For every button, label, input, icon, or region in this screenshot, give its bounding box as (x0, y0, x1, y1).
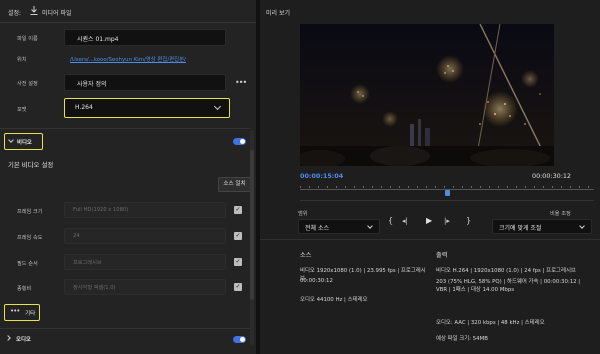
preset-dropdown[interactable]: 사용자 정의 (64, 74, 226, 91)
frame-rate-label: 프레임 속도 (17, 235, 43, 241)
output-details-line: 203 (75% HLG, 58% PQ) | 하드웨어 가속 | 00:00:… (436, 279, 581, 293)
chevron-right-icon[interactable] (5, 335, 11, 341)
divider (0, 128, 250, 129)
video-section-label: 비디오 (17, 140, 32, 146)
export-icon (30, 6, 38, 15)
output-audio-line: 오디오: AAC | 320 kbps | 48 kHz | 스테레오 (436, 320, 545, 326)
divider (0, 22, 256, 23)
aspect-dropdown[interactable]: 정사각형 픽셀(1.0) (64, 279, 226, 295)
chevron-down-icon (213, 102, 222, 111)
more-button[interactable]: ••• 기타 (4, 304, 40, 321)
frame-size-dropdown[interactable]: Full HD(1920 x 1080) (64, 202, 226, 218)
chevron-down-icon (367, 223, 373, 229)
preset-value: 사용자 정의 (77, 81, 107, 88)
filename-label: 파일 이름 (17, 36, 38, 42)
location-link[interactable]: /Users/...kooo/Seohyun Kim/영상 편집/편집본/ (70, 55, 186, 63)
export-settings-panel: 설정: 미디어 파일 파일 이름 시퀀스 01.mp4 위치 /Users/..… (0, 0, 256, 354)
scale-value: 크기에 맞게 조절 (499, 225, 542, 232)
frame-size-value: Full HD(1920 x 1080) (73, 207, 129, 213)
preview-panel: 미리 보기 00:00:15:04 00:00:30:12 범위 전체 소스 {… (260, 0, 600, 354)
filename-field[interactable]: 시퀀스 01.mp4 (64, 29, 226, 46)
source-title: 소스 (300, 252, 312, 259)
format-value: H.264 (75, 104, 93, 111)
field-order-checkbox[interactable]: ✓ (234, 258, 242, 266)
audio-enable-toggle[interactable] (233, 336, 246, 343)
range-label: 범위 (298, 211, 308, 217)
format-label: 포맷 (17, 107, 27, 113)
field-order-label: 필드 순서 (17, 261, 38, 267)
filename-value: 시퀀스 01.mp4 (77, 36, 119, 43)
video-enable-toggle[interactable] (233, 138, 246, 145)
range-value: 전체 소스 (305, 225, 329, 232)
scrollbar-thumb[interactable] (250, 150, 254, 300)
settings-label: 설정: (8, 10, 22, 17)
scale-dropdown[interactable]: 크기에 맞게 조절 (492, 219, 592, 234)
video-section-toggle[interactable]: 비디오 (4, 133, 43, 150)
divider (300, 200, 594, 201)
play-icon[interactable]: ▶ (426, 216, 432, 225)
output-title: 출력 (436, 252, 448, 259)
media-file-label: 미디어 파일 (42, 10, 72, 17)
output-video-line: 비디오 H.264 | 1920x1080 (1.0) | 24 fps | 프… (436, 268, 576, 274)
divider (0, 328, 250, 329)
format-dropdown[interactable]: H.264 (64, 98, 230, 118)
audio-section-label: 오디오 (16, 337, 31, 343)
aspect-label: 종횡비 (17, 286, 32, 292)
step-back-icon[interactable]: ◂| (402, 217, 408, 225)
divider (260, 239, 600, 240)
step-forward-icon[interactable]: |▸ (444, 217, 450, 225)
frame-rate-dropdown[interactable]: 24 (64, 228, 226, 244)
chevron-down-icon (8, 137, 14, 143)
playhead[interactable] (444, 190, 450, 196)
match-source-button[interactable]: 소스 일치 (218, 177, 251, 192)
basic-video-settings-title: 기본 비디오 설정 (8, 161, 54, 169)
more-options-icon[interactable]: ••• (235, 79, 247, 87)
current-timecode[interactable]: 00:00:15:04 (300, 172, 343, 180)
field-order-dropdown[interactable]: 프로그레시브 (64, 254, 226, 270)
location-label: 위치 (17, 57, 27, 63)
preset-label: 사전 설정 (17, 81, 38, 87)
aspect-value: 정사각형 픽셀(1.0) (73, 285, 116, 291)
more-label: 기타 (25, 311, 36, 317)
mark-out-icon[interactable]: } (466, 216, 471, 225)
field-order-value: 프로그레시브 (73, 260, 102, 266)
chevron-down-icon (579, 223, 585, 229)
estimated-size-line: 예상 파일 크기: 54MB (436, 336, 488, 342)
source-duration-line: 00:00:30:12 (300, 278, 333, 284)
frame-rate-value: 24 (73, 233, 80, 239)
aspect-checkbox[interactable]: ✓ (234, 283, 242, 291)
range-dropdown[interactable]: 전체 소스 (298, 219, 380, 234)
mark-in-icon[interactable]: { (388, 216, 393, 225)
ellipsis-icon: ••• (10, 307, 20, 315)
source-audio-line: 오디오 44100 Hz | 스테레오 (300, 297, 368, 303)
preview-video[interactable] (300, 24, 554, 166)
frame-size-label: 프레임 크기 (17, 209, 43, 215)
total-timecode: 00:00:30:12 (532, 172, 571, 180)
preview-title: 미리 보기 (266, 10, 290, 17)
frame-rate-checkbox[interactable]: ✓ (234, 232, 242, 240)
scale-label: 비율 조정 (550, 211, 571, 217)
frame-size-checkbox[interactable]: ✓ (234, 206, 242, 214)
